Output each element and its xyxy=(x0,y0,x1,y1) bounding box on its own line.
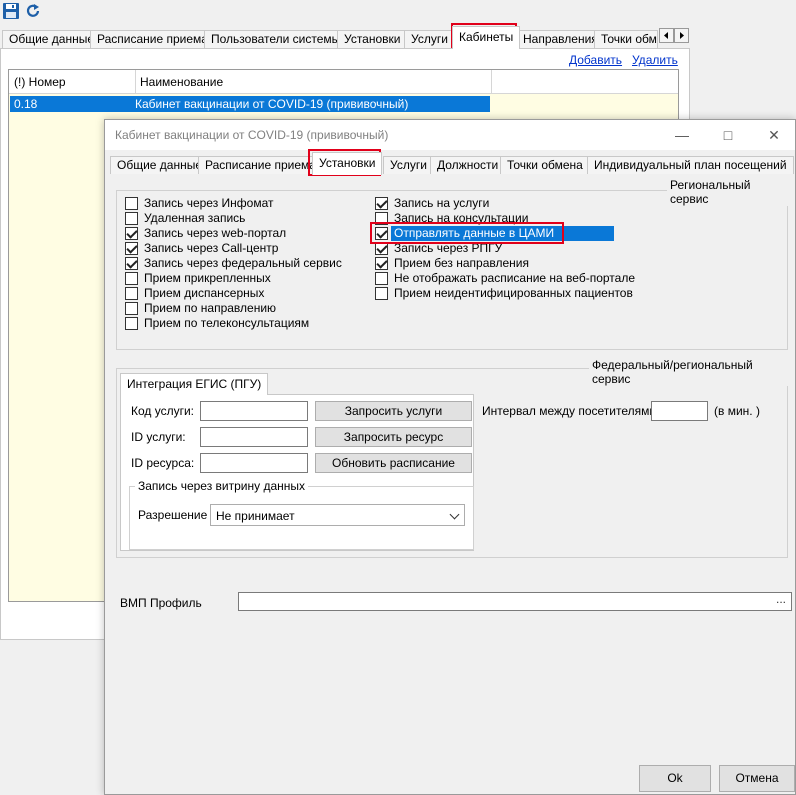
tab-general[interactable]: Общие данные xyxy=(2,30,102,48)
service-id-input[interactable] xyxy=(200,427,308,447)
delete-link[interactable]: Удалить xyxy=(632,53,678,67)
resource-id-input[interactable] xyxy=(200,453,308,473)
tab-exchange-points[interactable]: Точки обме xyxy=(594,30,658,48)
update-schedule-button[interactable]: Обновить расписание xyxy=(315,453,472,473)
column-number[interactable]: (!) Номер xyxy=(14,75,66,89)
service-id-label: ID услуги: xyxy=(131,430,186,444)
tab-system-users[interactable]: Пользователи системы xyxy=(204,30,348,48)
vmp-profile-input[interactable] xyxy=(238,592,792,611)
dialog-tab-individual-plan[interactable]: Индивидуальный план посещений xyxy=(587,156,794,174)
tab-settings[interactable]: Установки xyxy=(337,30,408,48)
dialog-tab-settings[interactable]: Установки xyxy=(312,152,383,175)
toolbar xyxy=(0,0,796,24)
request-services-button[interactable]: Запросить услуги xyxy=(315,401,472,421)
ok-button[interactable]: Ok xyxy=(639,765,711,792)
federal-service-label: Федеральный/региональный сервис xyxy=(589,358,795,386)
resource-id-label: ID ресурса: xyxy=(131,456,195,470)
refresh-icon[interactable] xyxy=(24,2,44,22)
permission-label: Разрешение xyxy=(138,508,208,522)
dialog-tab-general[interactable]: Общие данные xyxy=(110,156,210,174)
request-resource-button[interactable]: Запросить ресурс xyxy=(315,427,472,447)
tab-scroll-right-button[interactable] xyxy=(674,28,689,43)
vmp-browse-button[interactable]: ... xyxy=(772,593,790,609)
regional-service-label: Региональный сервис xyxy=(667,178,795,206)
dialog-title: Кабинет вакцинации от COVID-19 (прививоч… xyxy=(115,128,389,142)
tab-schedule[interactable]: Расписание приема xyxy=(90,30,215,48)
service-code-input[interactable] xyxy=(200,401,308,421)
service-code-label: Код услуги: xyxy=(131,404,195,418)
interval-unit: (в мин. ) xyxy=(714,404,760,418)
dialog-tab-services[interactable]: Услуги xyxy=(383,156,434,174)
dialog-tab-schedule[interactable]: Расписание приема xyxy=(198,156,323,174)
row-name: Кабинет вакцинации от COVID-19 (прививоч… xyxy=(135,97,409,111)
interval-input[interactable] xyxy=(651,401,708,421)
permission-select[interactable]: Не принимает xyxy=(210,504,465,526)
dialog-tabstrip: Общие данные Расписание приема Установки… xyxy=(110,152,794,175)
tab-services[interactable]: Услуги xyxy=(404,30,455,48)
maximize-icon[interactable]: □ xyxy=(705,120,751,150)
tab-directions[interactable]: Направления xyxy=(516,30,605,48)
tab-scroll-left-button[interactable] xyxy=(659,28,674,43)
grid-header: (!) Номер Наименование xyxy=(9,70,491,94)
main-tabstrip: Общие данные Расписание приема Пользоват… xyxy=(2,26,692,49)
chevron-left-icon xyxy=(664,32,668,39)
row-number: 0.18 xyxy=(14,97,38,111)
tab-cabinets[interactable]: Кабинеты xyxy=(452,26,521,49)
column-name[interactable]: Наименование xyxy=(135,70,223,94)
cabinet-dialog: Кабинет вакцинации от COVID-19 (прививоч… xyxy=(104,119,796,795)
chevron-right-icon xyxy=(680,32,684,39)
interval-label: Интервал между посетителями: xyxy=(482,404,660,418)
close-icon[interactable]: ✕ xyxy=(751,120,796,150)
table-row[interactable]: 0.18 Кабинет вакцинации от COVID-19 (при… xyxy=(10,96,490,112)
chevron-down-icon xyxy=(449,509,460,520)
vmp-profile-label: ВМП Профиль xyxy=(120,596,202,610)
dialog-tab-positions[interactable]: Должности xyxy=(430,156,506,174)
save-icon[interactable] xyxy=(2,2,22,22)
dialog-titlebar: Кабинет вакцинации от COVID-19 (прививоч… xyxy=(105,120,795,150)
showcase-label: Запись через витрину данных xyxy=(135,479,309,493)
minimize-icon[interactable]: — xyxy=(659,120,705,150)
add-link[interactable]: Добавить xyxy=(569,53,622,67)
cancel-button[interactable]: Отмена xyxy=(719,765,795,792)
tab-egis[interactable]: Интеграция ЕГИС (ПГУ) xyxy=(120,373,269,395)
dialog-tab-exchange-points[interactable]: Точки обмена xyxy=(500,156,590,174)
